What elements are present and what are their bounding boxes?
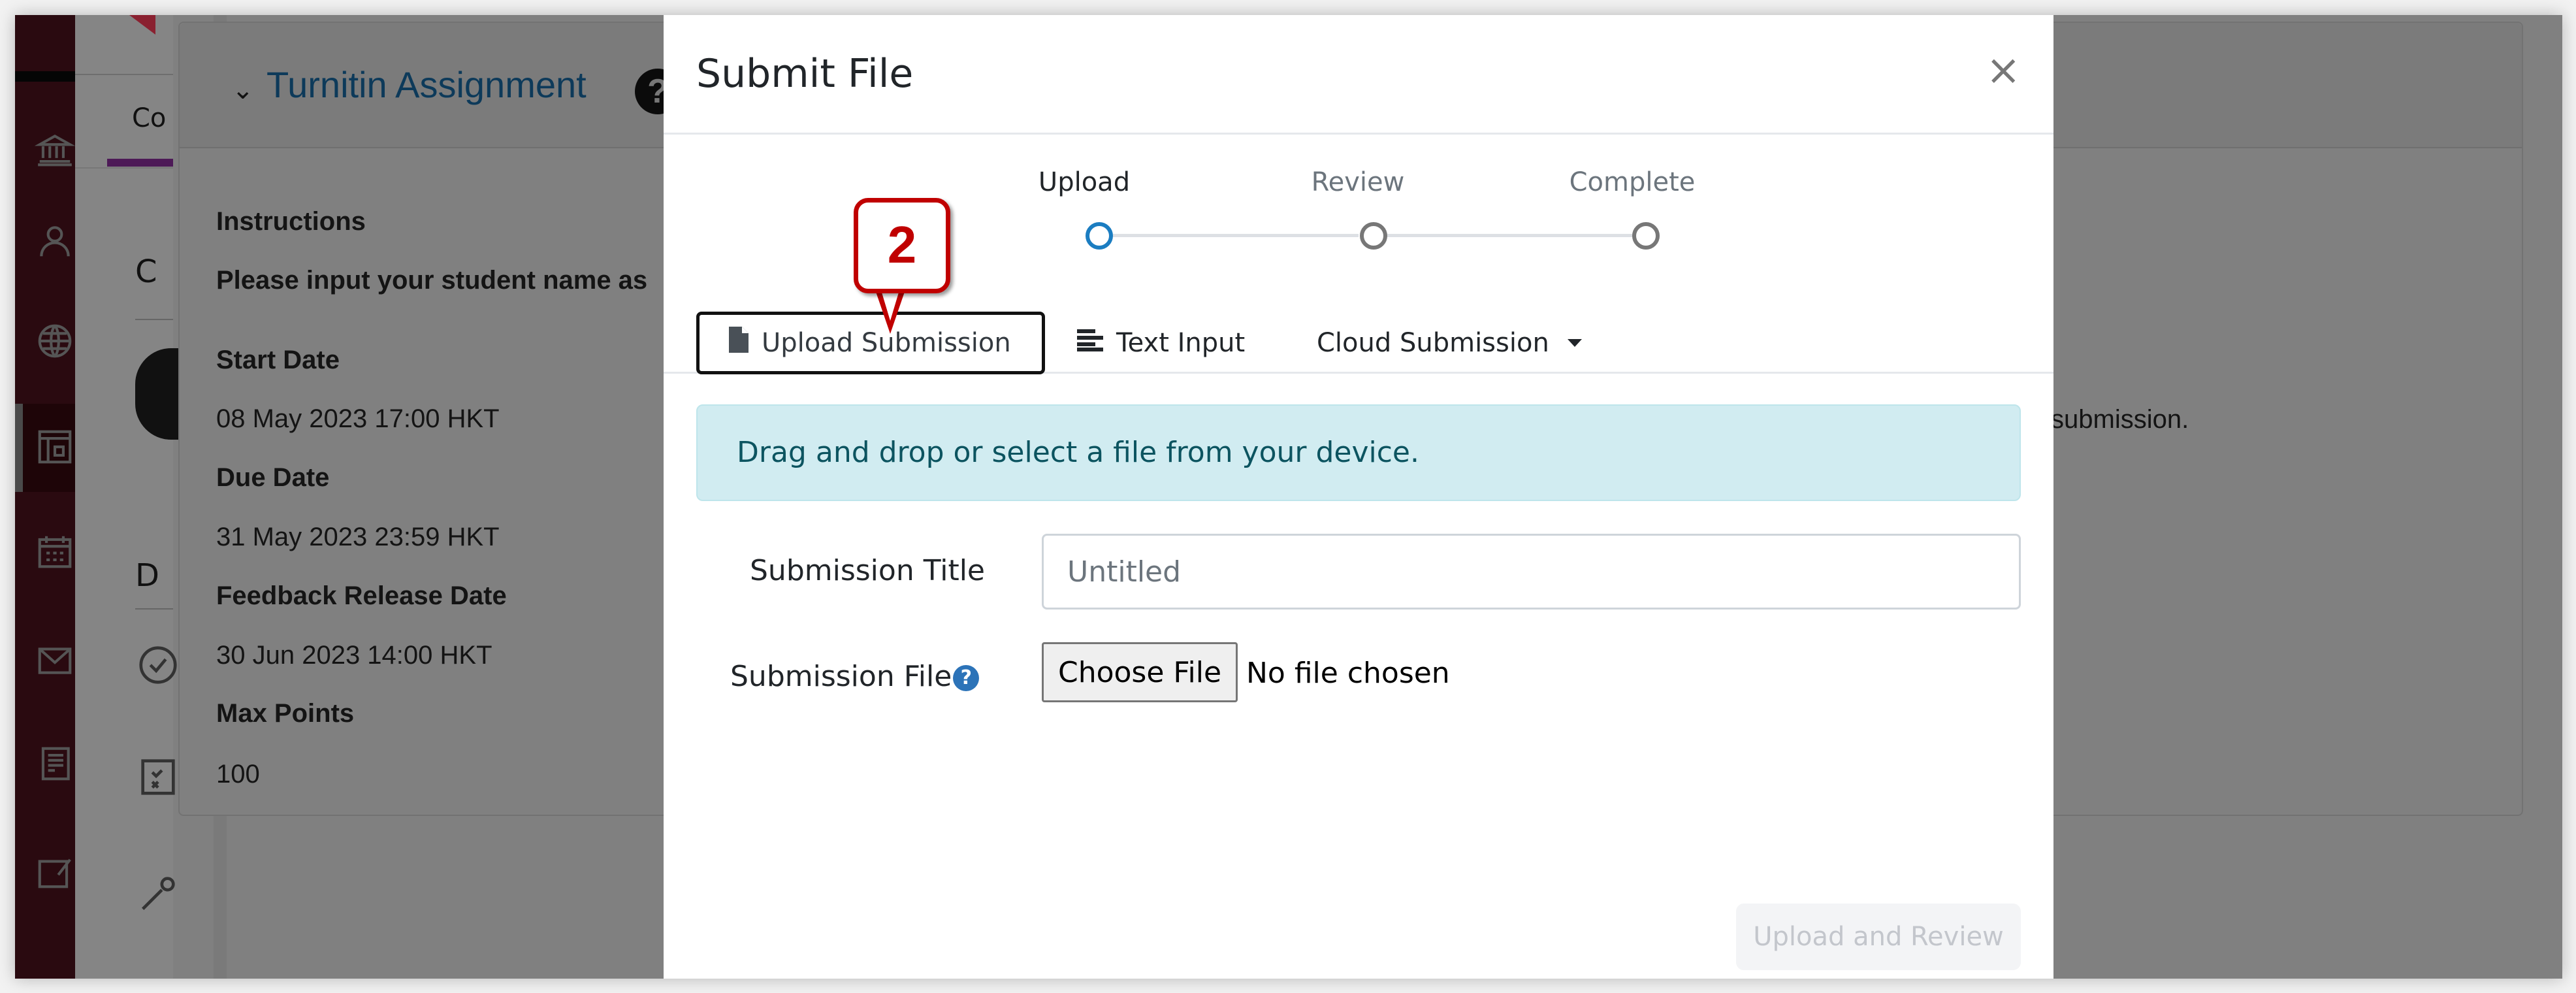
upload-and-review-button[interactable]: Upload and Review xyxy=(1736,903,2021,970)
institution-icon[interactable] xyxy=(34,129,76,170)
field-label: Instructions xyxy=(216,207,366,236)
tab-upload-submission[interactable]: Upload Submission xyxy=(696,312,1045,374)
active-tab-indicator xyxy=(107,159,173,167)
step-label-upload: Upload xyxy=(1038,167,1131,197)
step-connector xyxy=(1362,234,1633,237)
submission-file-label: Submission File? xyxy=(730,660,980,693)
tab-label: Cloud Submission xyxy=(1317,328,1549,358)
submission-file-label-text: Submission File xyxy=(730,660,952,693)
check-circle-icon[interactable] xyxy=(135,642,177,688)
course-panel: Co C D xyxy=(75,15,227,979)
modal-header: Submit File × xyxy=(664,15,2053,135)
step-label-review: Review xyxy=(1311,167,1405,197)
step-number-callout: 2 xyxy=(854,198,950,293)
field-value: Please input your student name as xyxy=(216,266,648,295)
drop-zone-alert[interactable]: Drag and drop or select a file from your… xyxy=(696,404,2021,501)
submission-title-label: Submission Title xyxy=(750,554,985,587)
text-lines-icon xyxy=(1077,328,1103,358)
field-value: submission. xyxy=(2051,405,2189,434)
divider xyxy=(135,608,173,610)
sidebar xyxy=(15,15,76,979)
modal-title: Submit File xyxy=(696,51,914,97)
divider xyxy=(75,74,173,75)
step-label-complete: Complete xyxy=(1569,167,1696,197)
tab-label: Text Input xyxy=(1116,328,1246,358)
globe-icon[interactable] xyxy=(35,321,75,361)
quiz-icon[interactable] xyxy=(135,753,175,799)
field-label: Due Date xyxy=(216,463,330,492)
divider xyxy=(75,167,173,169)
submit-file-modal: Submit File × Upload Review Complete Upl… xyxy=(664,15,2053,979)
step-dot-complete xyxy=(1632,222,1660,250)
tab-cloud-submission[interactable]: Cloud Submission xyxy=(1317,312,1582,374)
field-value: 100 xyxy=(216,760,260,789)
course-tab[interactable]: Co xyxy=(132,103,166,133)
step-dot-review xyxy=(1360,222,1387,250)
messages-icon[interactable] xyxy=(35,639,75,679)
sidebar-topbar xyxy=(15,71,75,82)
submission-title-input[interactable] xyxy=(1042,534,2021,610)
user-icon[interactable] xyxy=(35,221,75,261)
file-icon xyxy=(729,327,749,359)
submission-tabs: Upload Submission Text Input Cloud Submi… xyxy=(664,297,2053,374)
section-heading: D xyxy=(135,557,159,594)
card-title[interactable]: Turnitin Assignment xyxy=(266,63,587,106)
field-label: Feedback Release Date xyxy=(216,581,507,610)
tool-icon[interactable] xyxy=(135,871,175,917)
help-icon[interactable]: ? xyxy=(953,665,980,691)
edit-icon[interactable] xyxy=(35,851,75,892)
field-value: 31 May 2023 23:59 HKT xyxy=(216,523,500,551)
field-label: Max Points xyxy=(216,699,355,728)
notification-corner xyxy=(129,15,155,35)
section-heading: C xyxy=(135,253,157,290)
field-label: Start Date xyxy=(216,346,340,374)
calendar-icon[interactable] xyxy=(35,531,75,572)
step-connector xyxy=(1088,234,1359,237)
tab-text-input[interactable]: Text Input xyxy=(1077,312,1245,374)
caret-down-icon xyxy=(1567,339,1582,347)
chevron-down-icon[interactable]: ⌄ xyxy=(232,75,254,105)
file-status: No file chosen xyxy=(1246,657,1450,690)
field-value: 08 May 2023 17:00 HKT xyxy=(216,404,500,433)
sidebar-active-indicator xyxy=(15,404,23,492)
grades-icon[interactable] xyxy=(35,743,75,784)
choose-file-button[interactable]: Choose File xyxy=(1042,642,1238,702)
divider xyxy=(135,319,173,320)
field-value: 30 Jun 2023 14:00 HKT xyxy=(216,641,492,670)
course-icon[interactable] xyxy=(35,427,75,467)
close-icon[interactable]: × xyxy=(1986,46,2021,95)
step-dot-upload xyxy=(1086,222,1113,250)
app-window: Co C D ⌄ Turnitin Assignment ? Instructi… xyxy=(15,15,2562,979)
